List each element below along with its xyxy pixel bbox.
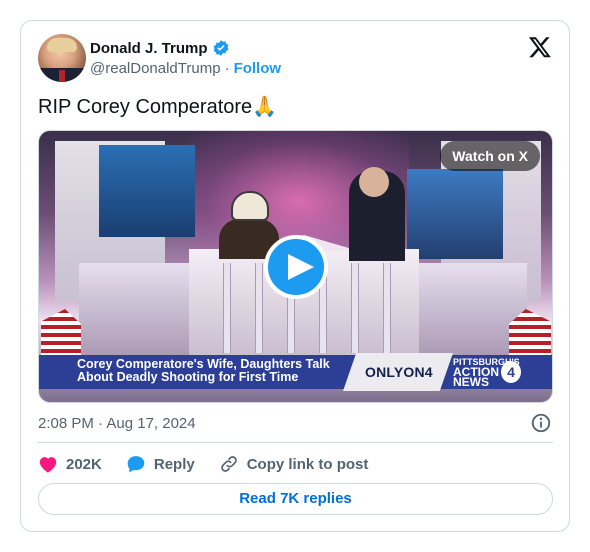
- play-button[interactable]: [264, 235, 328, 299]
- link-icon: [220, 456, 237, 472]
- follow-button[interactable]: Follow: [234, 60, 282, 77]
- author-name[interactable]: Donald J. Trump: [90, 40, 208, 57]
- station-logo: PITTSBURGH'S ACTION NEWS 4: [453, 357, 521, 389]
- backdrop-pillar: [351, 263, 359, 353]
- avatar-tie: [59, 70, 65, 82]
- flags-left: [41, 309, 81, 359]
- read-replies-button[interactable]: Read 7K replies: [38, 483, 553, 515]
- copy-link-button[interactable]: Copy link to post: [219, 454, 369, 474]
- heart-icon: [39, 457, 57, 473]
- verified-badge-icon: [213, 40, 228, 56]
- backdrop-pillar: [255, 263, 263, 353]
- news-lower-third: Corey Comperatore's Wife, Daughters Talk…: [39, 353, 552, 391]
- video-player[interactable]: Watch on X Corey Comperatore's Wife, Dau…: [38, 130, 553, 403]
- like-button[interactable]: 202K: [38, 455, 102, 473]
- news-caption: Corey Comperatore's Wife, Daughters Talk…: [77, 357, 330, 384]
- only-on-text: ONLYON4: [365, 364, 433, 380]
- backdrop-wing-left: [79, 263, 191, 359]
- watch-on-x-button[interactable]: Watch on X: [440, 141, 540, 171]
- backdrop-pillar: [223, 263, 231, 353]
- post-timestamp[interactable]: 2:08 PM · Aug 17, 2024: [38, 415, 196, 432]
- author-name-row: Donald J. Trump: [90, 39, 230, 57]
- handle-separator: ·: [224, 60, 230, 77]
- author-handle[interactable]: @realDonaldTrump: [90, 60, 221, 77]
- embedded-post-card: Donald J. Trump @realDonaldTrump · Follo…: [20, 20, 570, 532]
- only-on-badge: ONLYON4: [343, 353, 453, 391]
- firefighter-helmet: [231, 191, 269, 221]
- stage-screen-left: [99, 145, 195, 237]
- reply-bubble-icon: [127, 456, 145, 473]
- divider: [38, 442, 553, 443]
- copy-link-label: Copy link to post: [246, 455, 369, 473]
- speaker-head: [359, 167, 389, 197]
- author-avatar[interactable]: [38, 34, 86, 82]
- author-handle-row: @realDonaldTrump · Follow: [90, 60, 281, 77]
- action-bar: 202K Reply Copy link to post: [38, 454, 392, 474]
- like-count: 202K: [66, 455, 102, 473]
- x-logo-icon[interactable]: [528, 35, 552, 59]
- stage-screen-right: [407, 169, 503, 259]
- play-icon: [288, 254, 314, 280]
- post-text: RIP Corey Comperatore🙏: [38, 96, 278, 118]
- info-icon[interactable]: [530, 412, 552, 434]
- reply-label: Reply: [153, 455, 195, 473]
- backdrop-pillar: [383, 263, 391, 353]
- avatar-hair: [47, 38, 77, 52]
- reply-button[interactable]: Reply: [126, 454, 195, 474]
- station-number: 4: [501, 361, 521, 383]
